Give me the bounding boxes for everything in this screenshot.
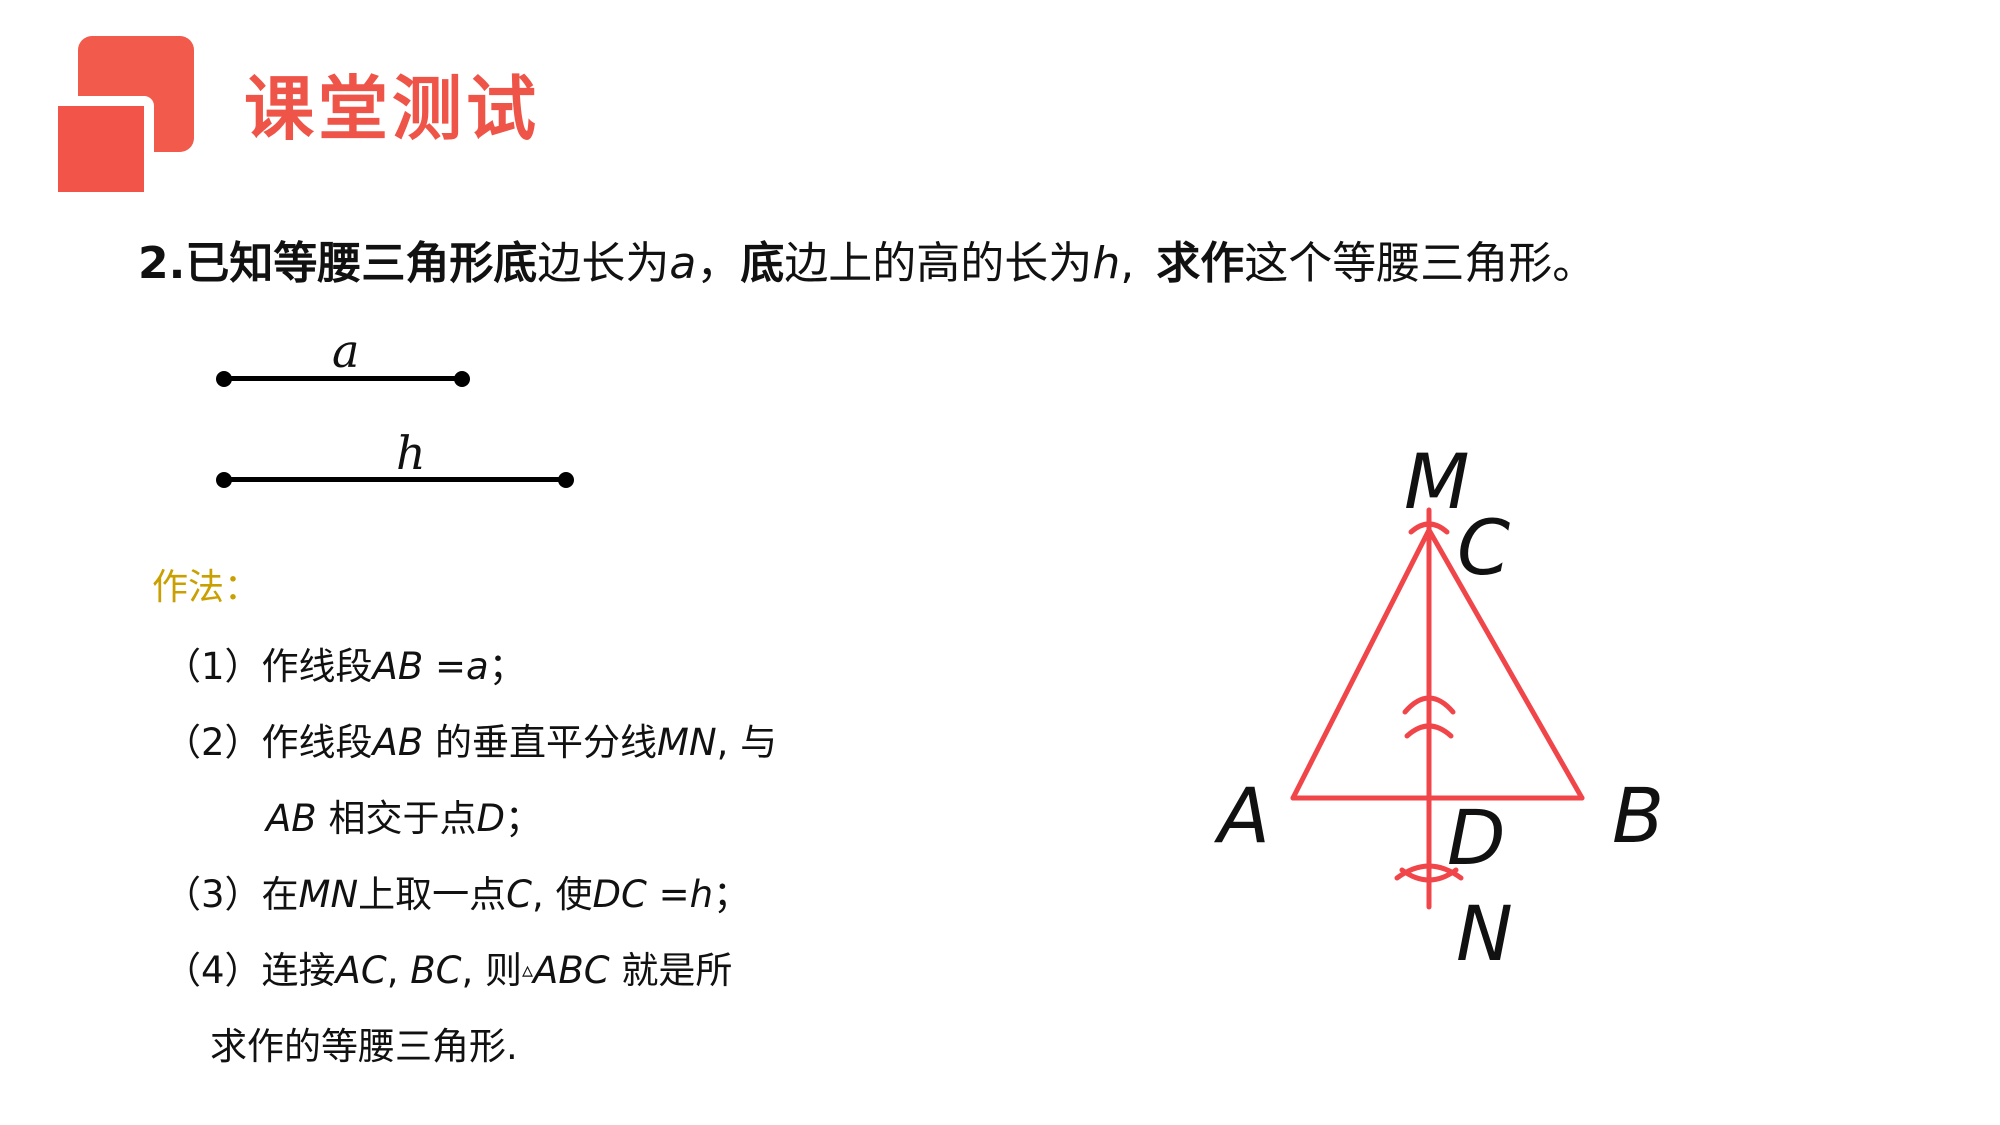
method-step-4: （4）连接AC, BC, 则▵ABC 就是所 (164, 949, 733, 992)
segment-h-end-dot (558, 472, 574, 488)
method-step-2: （2）作线段AB 的垂直平分线MN, 与 (164, 721, 778, 764)
page-title: 课堂测试 (244, 68, 540, 150)
method-step-2-cont: AB 相交于点D； (266, 797, 542, 840)
segment-h-label: h (396, 426, 426, 480)
question-number: 2. (138, 238, 186, 289)
side-ac (1290, 527, 1432, 801)
point-label-a: A (1218, 771, 1270, 860)
triangle-symbol: ▵ (521, 958, 534, 983)
segment-h-line (224, 477, 566, 482)
logo-front-square (48, 96, 154, 202)
segment-h-start-dot (216, 472, 232, 488)
segment-a-line (224, 376, 462, 381)
point-label-d: D (1447, 793, 1506, 882)
point-label-c: C (1457, 503, 1511, 592)
segment-a-end-dot (454, 371, 470, 387)
point-label-n: N (1456, 889, 1513, 978)
point-label-b: B (1612, 771, 1665, 860)
var-a: a (669, 238, 697, 289)
method-title: 作法： (152, 567, 261, 608)
method-step-1: （1）作线段AB =a； (164, 645, 526, 688)
segment-a-label: a (332, 324, 360, 378)
method-step-4-cont: 求作的等腰三角形. (210, 1025, 518, 1068)
segment-a-start-dot (216, 371, 232, 387)
var-h: h (1092, 238, 1121, 289)
question-text: 2.已知等腰三角形底边长为a，底边上的高的长为h, 求作这个等腰三角形。 (138, 238, 1597, 289)
method-step-3: （3）在MN上取一点C, 使DC =h； (164, 873, 751, 916)
